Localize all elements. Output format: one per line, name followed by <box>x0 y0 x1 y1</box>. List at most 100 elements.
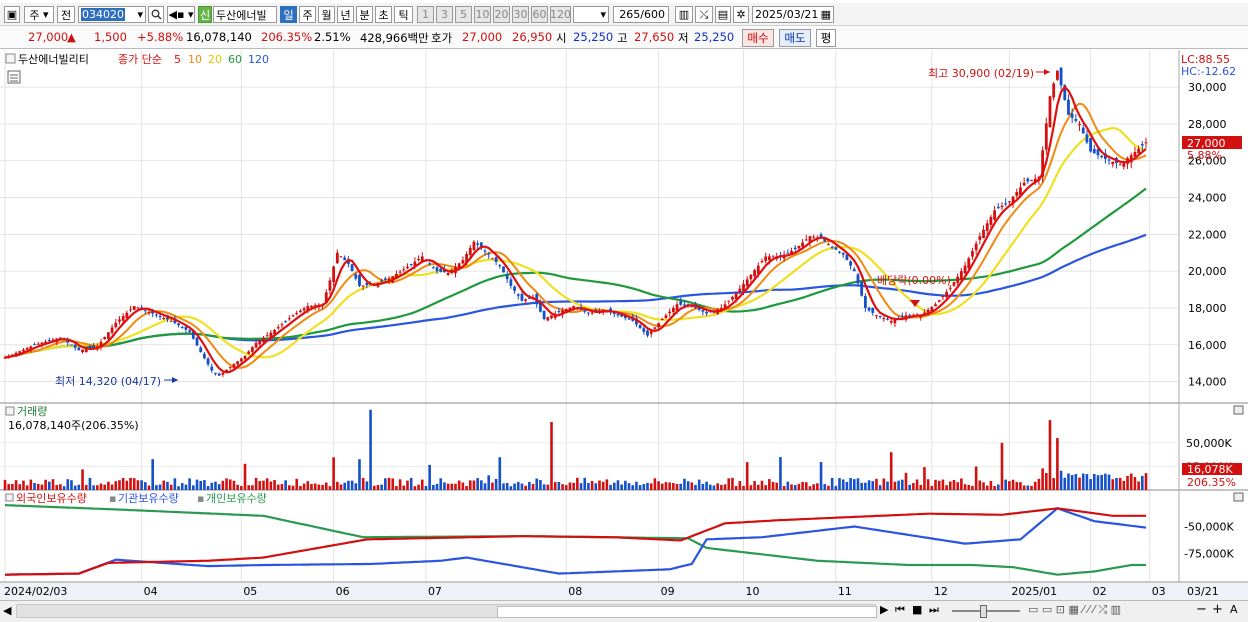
scrollbar-thumb[interactable] <box>497 606 877 618</box>
zoom-slider[interactable] <box>952 605 1020 618</box>
chevron-down-icon[interactable]: ▾ <box>137 8 143 21</box>
search-icon[interactable] <box>148 6 164 23</box>
gear-icon[interactable]: ✲ <box>733 6 749 23</box>
candle-body <box>1081 127 1085 134</box>
candle-body <box>878 315 882 317</box>
save-icon[interactable]: ▤ <box>715 6 731 23</box>
zoom-out-icon[interactable]: − <box>1196 602 1207 617</box>
count-field[interactable]: 265/600 <box>613 6 669 23</box>
candle-body <box>114 322 118 328</box>
interval-select[interactable]: ▾ <box>573 6 609 23</box>
stock-chart[interactable]: 두산에너빌리티 종가 단순 5 10 20 60 120 LC:88.55 HC… <box>0 50 1248 600</box>
candle-body <box>834 247 838 250</box>
interval-20[interactable]: 20 <box>493 6 510 23</box>
candle-body <box>985 223 989 231</box>
scroll-left-icon[interactable]: ◀ <box>3 604 11 617</box>
volume-bar <box>114 481 118 490</box>
sound-icon[interactable]: ◀▪ ▾ <box>167 6 195 23</box>
maximize-icon[interactable] <box>1233 405 1244 415</box>
volume-bar <box>99 483 103 490</box>
period-tab-month[interactable]: 월 <box>318 6 335 23</box>
maximize-icon[interactable] <box>1233 492 1244 502</box>
candle-body <box>476 243 480 245</box>
font-size-icon[interactable]: A <box>1230 603 1238 616</box>
horizontal-scrollbar[interactable] <box>16 604 877 618</box>
stop-icon[interactable]: ■ <box>912 603 922 616</box>
period-tab-day[interactable]: 일 <box>280 6 297 23</box>
drawing-tool-icons[interactable]: ▭ ▭ ⊡ ▦ ⁄ ⁄ ⁄ ⤮ ▥ <box>1028 603 1121 617</box>
candle-body <box>121 316 125 321</box>
volume-bar <box>642 484 646 490</box>
volume-bar <box>476 478 479 490</box>
volume-bar <box>937 480 941 490</box>
buy-button[interactable]: 매수 <box>742 29 774 47</box>
volume-bar <box>443 482 446 490</box>
candle-type-icon[interactable]: ▥ <box>675 6 693 23</box>
zoom-in-icon[interactable]: + <box>1212 602 1223 617</box>
x-tick-label: 03/21 <box>1187 585 1219 598</box>
line-draw-icon[interactable]: ⤯ <box>695 6 713 23</box>
candle-body <box>982 229 985 239</box>
candle-body <box>875 315 878 317</box>
zoom-slider-thumb[interactable] <box>980 605 987 618</box>
volume-bar <box>247 485 251 490</box>
volume-bar <box>982 482 985 490</box>
volume-bar <box>262 480 265 490</box>
interval-10[interactable]: 10 <box>474 6 491 23</box>
average-button[interactable]: 평 <box>816 29 836 47</box>
candle-body <box>767 256 771 261</box>
interval-60[interactable]: 60 <box>531 6 548 23</box>
period-tab-week[interactable]: 주 <box>299 6 316 23</box>
candle-body <box>638 325 642 329</box>
volume-bar <box>151 459 155 490</box>
volume-bar <box>926 479 930 490</box>
scroll-right-icon[interactable]: ▶ <box>880 603 888 616</box>
interval-5[interactable]: 5 <box>455 6 472 23</box>
first-page-icon[interactable]: ⏮ <box>895 603 905 617</box>
last-page-icon[interactable]: ⏭ <box>929 603 939 617</box>
window-icon[interactable]: ▣ <box>4 6 20 23</box>
volume-bar <box>1078 477 1081 490</box>
legend-dot: ▪ <box>197 492 204 505</box>
volume-bar <box>1063 477 1067 490</box>
volume-bar <box>110 484 114 490</box>
market-select[interactable]: 주 ▾ <box>24 6 54 23</box>
candle-body <box>516 294 520 296</box>
sell-button[interactable]: 매도 <box>779 29 811 47</box>
ma60-legend: 60 <box>228 53 242 66</box>
volume-bar <box>25 485 29 490</box>
volume-bar <box>84 484 88 490</box>
calendar-icon[interactable]: ▦ <box>821 8 831 21</box>
interval-1[interactable]: 1 <box>417 6 434 23</box>
volume-bar <box>140 480 143 490</box>
prev-button[interactable]: 전 <box>57 6 75 23</box>
candle-body <box>439 268 443 272</box>
candle-body <box>937 300 941 302</box>
period-tab-tick[interactable]: 틱 <box>394 6 413 23</box>
candle-body <box>1111 161 1115 165</box>
candle-body <box>1015 192 1019 196</box>
candle-body <box>154 314 158 316</box>
panel-menu-icon[interactable] <box>5 493 14 502</box>
volume-bar <box>1096 475 1100 490</box>
stock-code-input[interactable]: 034020 ▾ <box>78 6 146 23</box>
interval-120[interactable]: 120 <box>550 6 571 23</box>
period-tab-year[interactable]: 년 <box>337 6 354 23</box>
date-input[interactable]: 2025/03/21 ▦ <box>752 6 834 23</box>
candle-body <box>520 293 524 301</box>
volume-bar <box>960 478 963 490</box>
volume-bar <box>727 478 731 490</box>
panel-menu-icon[interactable] <box>5 406 15 416</box>
volume-bar <box>657 481 660 490</box>
volume-pct-tag-text: 206.35% <box>1187 476 1236 489</box>
volume-bar <box>845 482 849 490</box>
period-tab-minute[interactable]: 분 <box>356 6 373 23</box>
interval-3[interactable]: 3 <box>436 6 453 23</box>
interval-30[interactable]: 30 <box>512 6 529 23</box>
candle-body <box>284 321 288 323</box>
volume-bar <box>240 486 243 490</box>
volume-bar <box>978 480 982 490</box>
volume-bar <box>210 482 214 490</box>
panel-menu-icon[interactable] <box>5 53 16 64</box>
period-tab-second[interactable]: 초 <box>375 6 392 23</box>
